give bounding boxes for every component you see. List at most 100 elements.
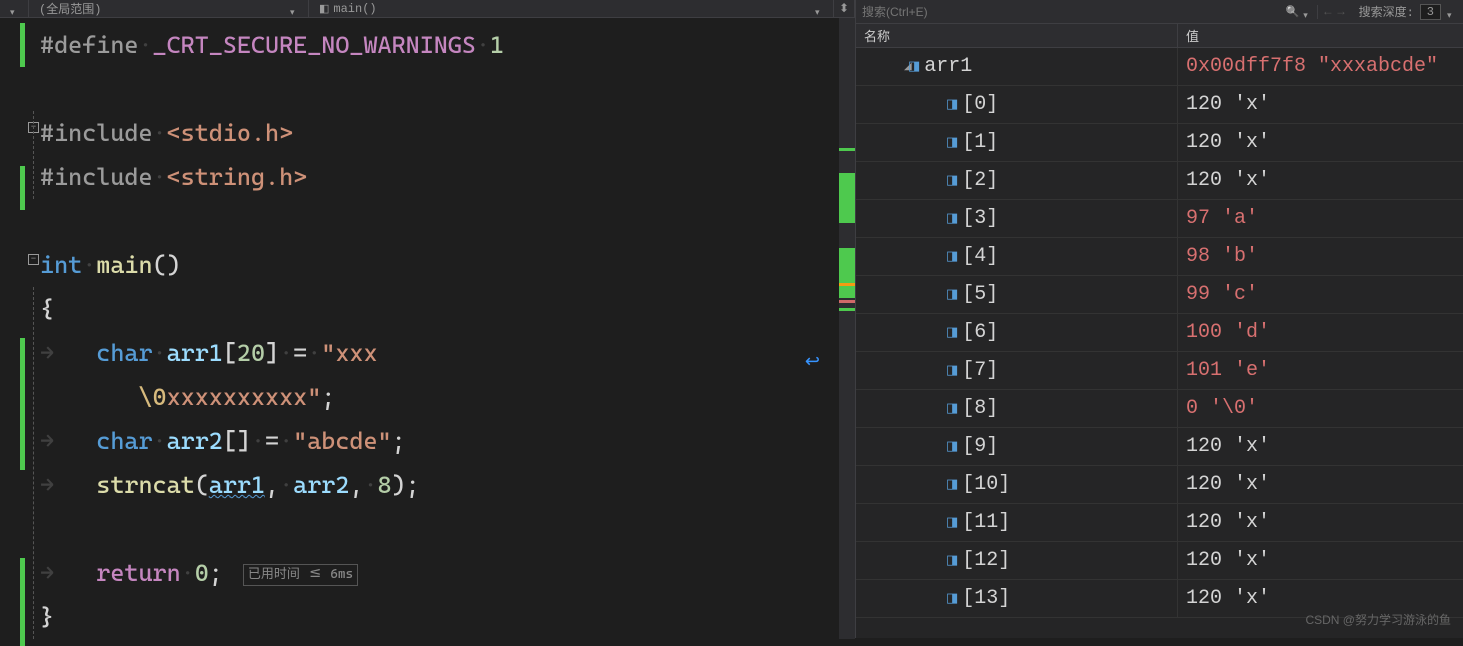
watch-row[interactable]: ◢ arr1 0x00dff7f8 "xxxabcde" bbox=[856, 48, 1463, 86]
variable-icon bbox=[946, 591, 958, 606]
watch-name-cell: [11] bbox=[856, 504, 1178, 541]
watch-toolbar: ← → 搜索深度: 3 bbox=[856, 0, 1463, 24]
variable-icon bbox=[946, 401, 958, 416]
watch-name-cell: [4] bbox=[856, 238, 1178, 275]
refactor-icon[interactable]: ↩ bbox=[805, 340, 820, 384]
change-marker bbox=[20, 338, 25, 470]
watermark: CSDN @努力学习游泳的鱼 bbox=[1305, 611, 1451, 628]
watch-var-name: [13] bbox=[962, 587, 1010, 610]
watch-row[interactable]: [5]99 'c' bbox=[856, 276, 1463, 314]
code-body[interactable]: − − #define·_CRT_SECURE_NO_WARNINGS·1 #i… bbox=[0, 18, 855, 639]
variable-icon bbox=[946, 439, 958, 454]
variable-icon bbox=[946, 249, 958, 264]
keyword: char bbox=[96, 427, 152, 455]
header: <string.h> bbox=[167, 163, 308, 191]
escape: \0 bbox=[138, 383, 166, 411]
variable-icon bbox=[946, 287, 958, 302]
col-value[interactable]: 值 bbox=[1178, 24, 1463, 47]
string: "abcde" bbox=[293, 427, 391, 455]
watch-value-cell: 120 'x' bbox=[1178, 169, 1463, 192]
depth-value[interactable]: 3 bbox=[1420, 4, 1441, 20]
variable-icon bbox=[946, 135, 958, 150]
cube-icon bbox=[319, 2, 329, 16]
watch-value-cell: 120 'x' bbox=[1178, 473, 1463, 496]
watch-name-cell: [6] bbox=[856, 314, 1178, 351]
op: = bbox=[293, 339, 307, 367]
nav-fwd-icon[interactable]: → bbox=[1337, 5, 1344, 19]
watch-var-name: [2] bbox=[962, 169, 998, 192]
change-marker bbox=[20, 23, 25, 67]
variable-icon bbox=[946, 477, 958, 492]
scope-dropdown[interactable]: (全局范围) bbox=[29, 0, 309, 17]
watch-row[interactable]: [7]101 'e' bbox=[856, 352, 1463, 390]
watch-row[interactable]: [2] 120 'x' bbox=[856, 162, 1463, 200]
code-editor-panel: (全局范围) main() ⬍ − − #define·_CRT_SECURE_… bbox=[0, 0, 855, 638]
watch-row[interactable]: [3]97 'a' bbox=[856, 200, 1463, 238]
nav-back-icon[interactable]: ← bbox=[1324, 5, 1331, 19]
variable-icon bbox=[908, 59, 920, 74]
num: 8 bbox=[378, 471, 392, 499]
nav-back-dropdown[interactable] bbox=[0, 0, 29, 17]
watch-value-cell: 100 'd' bbox=[1178, 321, 1463, 344]
perf-tooltip: 已用时间 <= 6ms bbox=[243, 564, 358, 586]
var: arr1 bbox=[167, 339, 223, 367]
watch-row[interactable]: [6]100 'd' bbox=[856, 314, 1463, 352]
watch-row[interactable]: [9]120 'x' bbox=[856, 428, 1463, 466]
watch-name-cell: [3] bbox=[856, 200, 1178, 237]
search-input[interactable] bbox=[862, 5, 1285, 19]
watch-panel: ← → 搜索深度: 3 名称 值 ◢ arr1 0x00dff7f8 "xxxabc… bbox=[855, 0, 1463, 638]
watch-row[interactable]: [12]120 'x' bbox=[856, 542, 1463, 580]
watch-row[interactable]: [8]0 '\0' bbox=[856, 390, 1463, 428]
code-text[interactable]: #define·_CRT_SECURE_NO_WARNINGS·1 #inclu… bbox=[40, 18, 839, 639]
watch-value-cell: 120 'x' bbox=[1178, 587, 1463, 610]
watch-value-cell: 0x00dff7f8 "xxxabcde" bbox=[1178, 55, 1463, 78]
watch-var-name: [0] bbox=[962, 93, 998, 116]
chevron-down-icon[interactable] bbox=[1447, 8, 1455, 16]
watch-row[interactable]: [4]98 'b' bbox=[856, 238, 1463, 276]
watch-name-cell: [9] bbox=[856, 428, 1178, 465]
expand-icon[interactable]: ◢ bbox=[864, 61, 904, 73]
watch-rows: ◢ arr1 0x00dff7f8 "xxxabcde" [0] 120 'x' [1]1… bbox=[856, 48, 1463, 638]
num: 0 bbox=[195, 559, 209, 587]
change-marker bbox=[20, 166, 25, 210]
watch-name-cell: [5] bbox=[856, 276, 1178, 313]
col-name[interactable]: 名称 bbox=[856, 24, 1178, 47]
header: <stdio.h> bbox=[167, 119, 294, 147]
search-box[interactable] bbox=[856, 5, 1318, 19]
watch-value-cell: 120 'x' bbox=[1178, 435, 1463, 458]
variable-icon bbox=[946, 325, 958, 340]
string: xxxxxxxxxx" bbox=[167, 383, 322, 411]
watch-var-name: [5] bbox=[962, 283, 998, 306]
watch-row[interactable]: [11]120 'x' bbox=[856, 504, 1463, 542]
minimap-scroll[interactable] bbox=[839, 18, 855, 639]
nav-arrows: ← → bbox=[1318, 5, 1350, 19]
var: arr2 bbox=[167, 427, 223, 455]
keyword: return bbox=[96, 559, 180, 587]
watch-name-cell: [7] bbox=[856, 352, 1178, 389]
watch-row[interactable]: [0] 120 'x' bbox=[856, 86, 1463, 124]
watch-var-name: [7] bbox=[962, 359, 998, 382]
watch-var-name: [8] bbox=[962, 397, 998, 420]
macro-val: 1 bbox=[490, 31, 504, 59]
scope-label: (全局范围) bbox=[39, 0, 101, 17]
variable-icon bbox=[946, 363, 958, 378]
watch-var-name: [4] bbox=[962, 245, 998, 268]
preproc: #define bbox=[40, 31, 138, 59]
search-icon[interactable] bbox=[1285, 5, 1299, 19]
watch-value-cell: 120 'x' bbox=[1178, 511, 1463, 534]
fold-toggle[interactable]: − bbox=[28, 254, 39, 265]
brace: { bbox=[40, 295, 54, 323]
op: = bbox=[265, 427, 279, 455]
watch-header: 名称 值 bbox=[856, 24, 1463, 48]
preproc: #include bbox=[40, 163, 153, 191]
watch-row[interactable]: [10]120 'x' bbox=[856, 466, 1463, 504]
code-toolbar: (全局范围) main() ⬍ bbox=[0, 0, 855, 18]
watch-var-name: arr1 bbox=[924, 55, 972, 78]
watch-value-cell: 120 'x' bbox=[1178, 93, 1463, 116]
var: arr2 bbox=[293, 471, 349, 499]
split-button[interactable]: ⬍ bbox=[834, 0, 855, 17]
watch-row[interactable]: [1]120 'x' bbox=[856, 124, 1463, 162]
variable-icon bbox=[946, 211, 958, 226]
function-dropdown[interactable]: main() bbox=[309, 0, 834, 17]
watch-name-cell: [10] bbox=[856, 466, 1178, 503]
